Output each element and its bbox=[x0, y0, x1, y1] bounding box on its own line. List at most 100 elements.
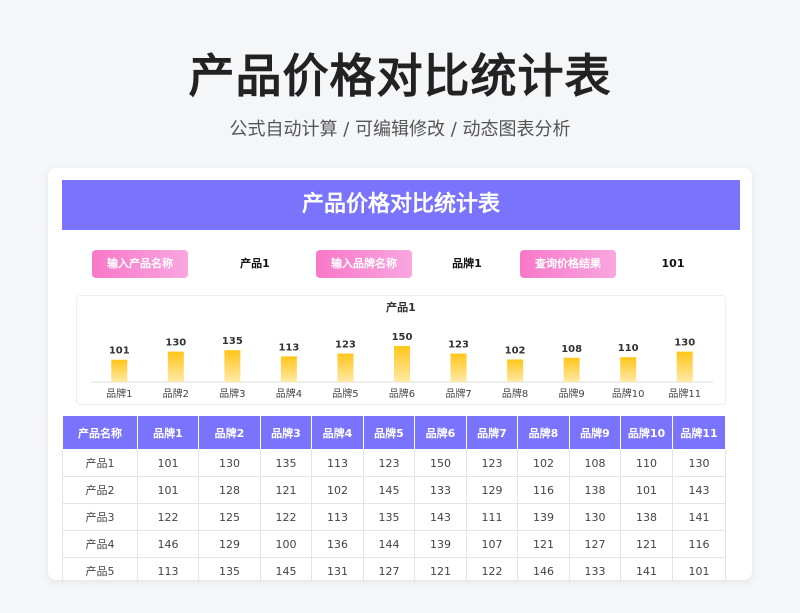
price-cell[interactable]: 107 bbox=[466, 530, 518, 558]
price-cell[interactable]: 139 bbox=[517, 503, 570, 531]
price-cell[interactable]: 122 bbox=[260, 503, 312, 531]
chart-bar bbox=[280, 356, 297, 382]
product-name-cell[interactable]: 产品5 bbox=[62, 557, 138, 580]
table-header-cell: 品牌8 bbox=[517, 415, 570, 450]
price-cell[interactable]: 101 bbox=[672, 557, 726, 580]
price-cell[interactable]: 110 bbox=[620, 449, 673, 477]
price-cell[interactable]: 145 bbox=[363, 476, 415, 504]
product-value[interactable]: 产品1 bbox=[220, 250, 290, 278]
table-header-cell: 产品名称 bbox=[62, 415, 138, 450]
price-cell[interactable]: 128 bbox=[198, 476, 261, 504]
chart-category-label: 品牌4 bbox=[276, 387, 302, 400]
price-cell[interactable]: 131 bbox=[311, 557, 364, 580]
price-cell[interactable]: 121 bbox=[620, 530, 673, 558]
product-name-cell[interactable]: 产品1 bbox=[62, 449, 138, 477]
price-cell[interactable]: 116 bbox=[517, 476, 570, 504]
brand-value[interactable]: 品牌1 bbox=[432, 250, 502, 278]
page-title: 产品价格对比统计表 bbox=[188, 49, 612, 103]
price-cell[interactable]: 130 bbox=[569, 503, 621, 531]
chart-bar bbox=[450, 353, 467, 382]
price-cell[interactable]: 130 bbox=[672, 449, 726, 477]
chart-bar bbox=[337, 353, 354, 382]
product-name-cell[interactable]: 产品3 bbox=[62, 503, 138, 531]
price-cell[interactable]: 146 bbox=[137, 530, 199, 558]
input-brand-name-button[interactable]: 输入品牌名称 bbox=[316, 250, 412, 278]
price-cell[interactable]: 130 bbox=[198, 449, 261, 477]
price-cell[interactable]: 135 bbox=[260, 449, 312, 477]
chart-category-label: 品牌11 bbox=[668, 387, 701, 400]
table-row: 产品4 146 129 100 136 144 139 107 121 127 121 116 bbox=[62, 530, 726, 558]
table-row: 产品3 122 125 122 113 135 143 111 139 130 138 141 bbox=[62, 503, 726, 531]
price-cell[interactable]: 146 bbox=[517, 557, 570, 580]
sheet-card: 产品价格对比统计表 输入产品名称 产品1 输入品牌名称 品牌1 查询价格结果 1… bbox=[48, 168, 752, 580]
price-cell[interactable]: 125 bbox=[198, 503, 261, 531]
table-header-cell: 品牌7 bbox=[466, 415, 518, 450]
price-cell[interactable]: 143 bbox=[672, 476, 726, 504]
price-cell[interactable]: 138 bbox=[569, 476, 621, 504]
price-cell[interactable]: 141 bbox=[620, 557, 673, 580]
chart-data-label: 102 bbox=[505, 345, 526, 356]
product-name-cell[interactable]: 产品2 bbox=[62, 476, 138, 504]
table-row: 产品2 101 128 121 102 145 133 129 116 138 101 143 bbox=[62, 476, 726, 504]
table-header-cell: 品牌6 bbox=[414, 415, 467, 450]
price-cell[interactable]: 102 bbox=[311, 476, 364, 504]
table-header-cell: 品牌9 bbox=[569, 415, 621, 450]
chart-category-label: 品牌1 bbox=[106, 387, 132, 400]
price-cell[interactable]: 129 bbox=[466, 476, 518, 504]
product-name-cell[interactable]: 产品4 bbox=[62, 530, 138, 558]
input-product-name-button[interactable]: 输入产品名称 bbox=[92, 250, 188, 278]
chart-bar bbox=[620, 357, 637, 382]
chart-title: 产品1 bbox=[386, 300, 416, 314]
price-cell[interactable]: 145 bbox=[260, 557, 312, 580]
price-cell[interactable]: 101 bbox=[137, 476, 199, 504]
price-cell[interactable]: 143 bbox=[414, 503, 467, 531]
price-cell[interactable]: 123 bbox=[466, 449, 518, 477]
price-cell[interactable]: 101 bbox=[137, 449, 199, 477]
price-cell[interactable]: 141 bbox=[672, 503, 726, 531]
price-cell[interactable]: 129 bbox=[198, 530, 261, 558]
price-cell[interactable]: 127 bbox=[363, 557, 415, 580]
price-cell[interactable]: 108 bbox=[569, 449, 621, 477]
chart-category-label: 品牌6 bbox=[389, 387, 415, 400]
price-cell[interactable]: 135 bbox=[363, 503, 415, 531]
chart-category-label: 品牌8 bbox=[502, 387, 528, 400]
table-row: 产品5 113 135 145 131 127 121 122 146 133 141 101 bbox=[62, 557, 726, 580]
chart-data-label: 101 bbox=[109, 346, 130, 357]
price-cell[interactable]: 122 bbox=[137, 503, 199, 531]
query-price-button[interactable]: 查询价格结果 bbox=[520, 250, 616, 278]
price-cell[interactable]: 113 bbox=[137, 557, 199, 580]
chart-category-label: 品牌2 bbox=[163, 387, 189, 400]
price-cell[interactable]: 113 bbox=[311, 449, 364, 477]
price-cell[interactable]: 139 bbox=[414, 530, 467, 558]
price-cell[interactable]: 101 bbox=[620, 476, 673, 504]
price-cell[interactable]: 135 bbox=[198, 557, 261, 580]
table-header-cell: 品牌10 bbox=[620, 415, 673, 450]
price-cell[interactable]: 123 bbox=[363, 449, 415, 477]
table-header-cell: 品牌11 bbox=[672, 415, 726, 450]
price-cell[interactable]: 150 bbox=[414, 449, 467, 477]
price-cell[interactable]: 121 bbox=[414, 557, 467, 580]
page-subtitle: 公式自动计算 / 可编辑修改 / 动态图表分析 bbox=[229, 119, 571, 140]
price-cell[interactable]: 100 bbox=[260, 530, 312, 558]
price-cell[interactable]: 116 bbox=[672, 530, 726, 558]
price-cell[interactable]: 144 bbox=[363, 530, 415, 558]
chart-category-label: 品牌7 bbox=[445, 387, 471, 400]
chart-category-label: 品牌3 bbox=[219, 387, 245, 400]
price-cell[interactable]: 122 bbox=[466, 557, 518, 580]
price-cell[interactable]: 138 bbox=[620, 503, 673, 531]
price-cell[interactable]: 136 bbox=[311, 530, 364, 558]
chart-bar bbox=[111, 359, 128, 382]
price-cell[interactable]: 102 bbox=[517, 449, 570, 477]
sheet-banner-title: 产品价格对比统计表 bbox=[62, 180, 740, 230]
chart-bar bbox=[563, 357, 580, 382]
price-cell[interactable]: 113 bbox=[311, 503, 364, 531]
price-cell[interactable]: 121 bbox=[517, 530, 570, 558]
chart-data-label: 135 bbox=[222, 336, 243, 347]
chart-data-label: 108 bbox=[561, 344, 582, 355]
chart-category-label: 品牌10 bbox=[612, 387, 645, 400]
price-cell[interactable]: 111 bbox=[466, 503, 518, 531]
price-cell[interactable]: 127 bbox=[569, 530, 621, 558]
price-cell[interactable]: 121 bbox=[260, 476, 312, 504]
price-cell[interactable]: 133 bbox=[569, 557, 621, 580]
price-cell[interactable]: 133 bbox=[414, 476, 467, 504]
